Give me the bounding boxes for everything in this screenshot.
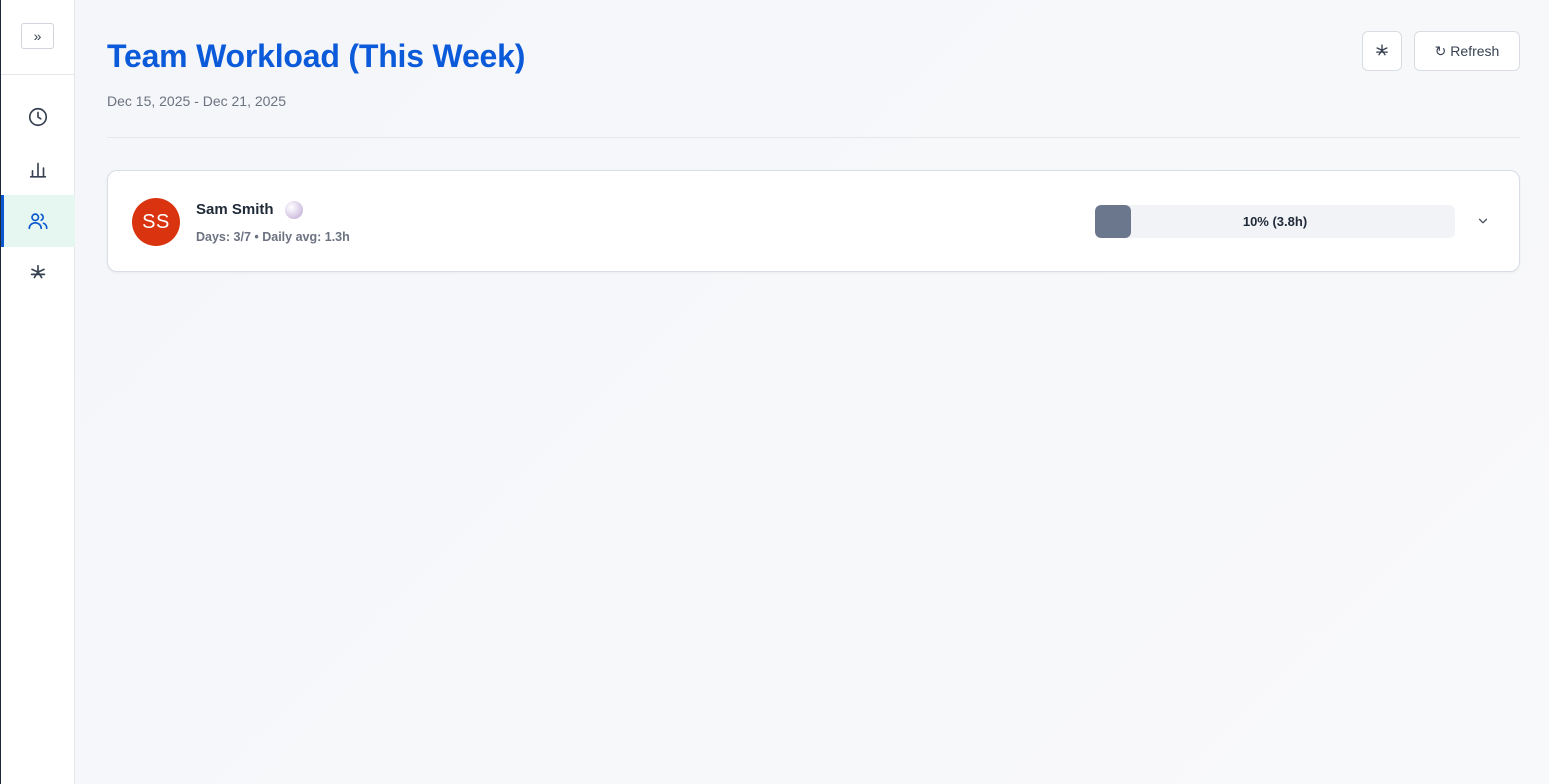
member-card: SS Sam Smith Days: 3/7 • Daily avg: 1.3h… <box>107 170 1520 272</box>
page-title: Team Workload (This Week) <box>107 38 526 74</box>
integration-button[interactable] <box>1362 31 1402 71</box>
slack-asterisk-icon <box>1376 44 1388 56</box>
sidebar-header: » <box>1 0 74 75</box>
header-divider <box>107 137 1520 138</box>
app: » Team Workload (This Week) Dec 15, 2025… <box>0 0 1549 784</box>
workload-progress-bar: 10% (3.8h) <box>1095 205 1455 238</box>
member-stats: Days: 3/7 • Daily avg: 1.3h <box>196 230 350 244</box>
date-range: Dec 15, 2025 - Dec 21, 2025 <box>107 93 287 109</box>
chevron-down-icon <box>1478 218 1488 224</box>
sidebar-item-integrations[interactable] <box>1 247 75 299</box>
sidebar-item-team[interactable] <box>1 195 75 247</box>
slack-asterisk-icon <box>30 264 46 279</box>
progress-label: 10% (3.8h) <box>1242 214 1308 229</box>
clock-icon <box>28 107 48 127</box>
main-content: Team Workload (This Week) Dec 15, 2025 -… <box>75 0 1549 784</box>
expand-member-button[interactable] <box>1474 211 1492 231</box>
users-icon <box>28 213 48 230</box>
member-name: Sam Smith <box>196 201 274 218</box>
sidebar-item-reports[interactable] <box>1 143 75 195</box>
refresh-button[interactable]: ↻ Refresh <box>1414 31 1520 71</box>
sidebar-nav <box>1 91 75 299</box>
bar-chart-icon <box>29 162 47 178</box>
sidebar-item-time[interactable] <box>1 91 75 143</box>
status-orb-icon <box>285 201 303 219</box>
avatar: SS <box>132 198 180 246</box>
sidebar: » <box>0 0 75 784</box>
expand-sidebar-button[interactable]: » <box>21 23 54 49</box>
